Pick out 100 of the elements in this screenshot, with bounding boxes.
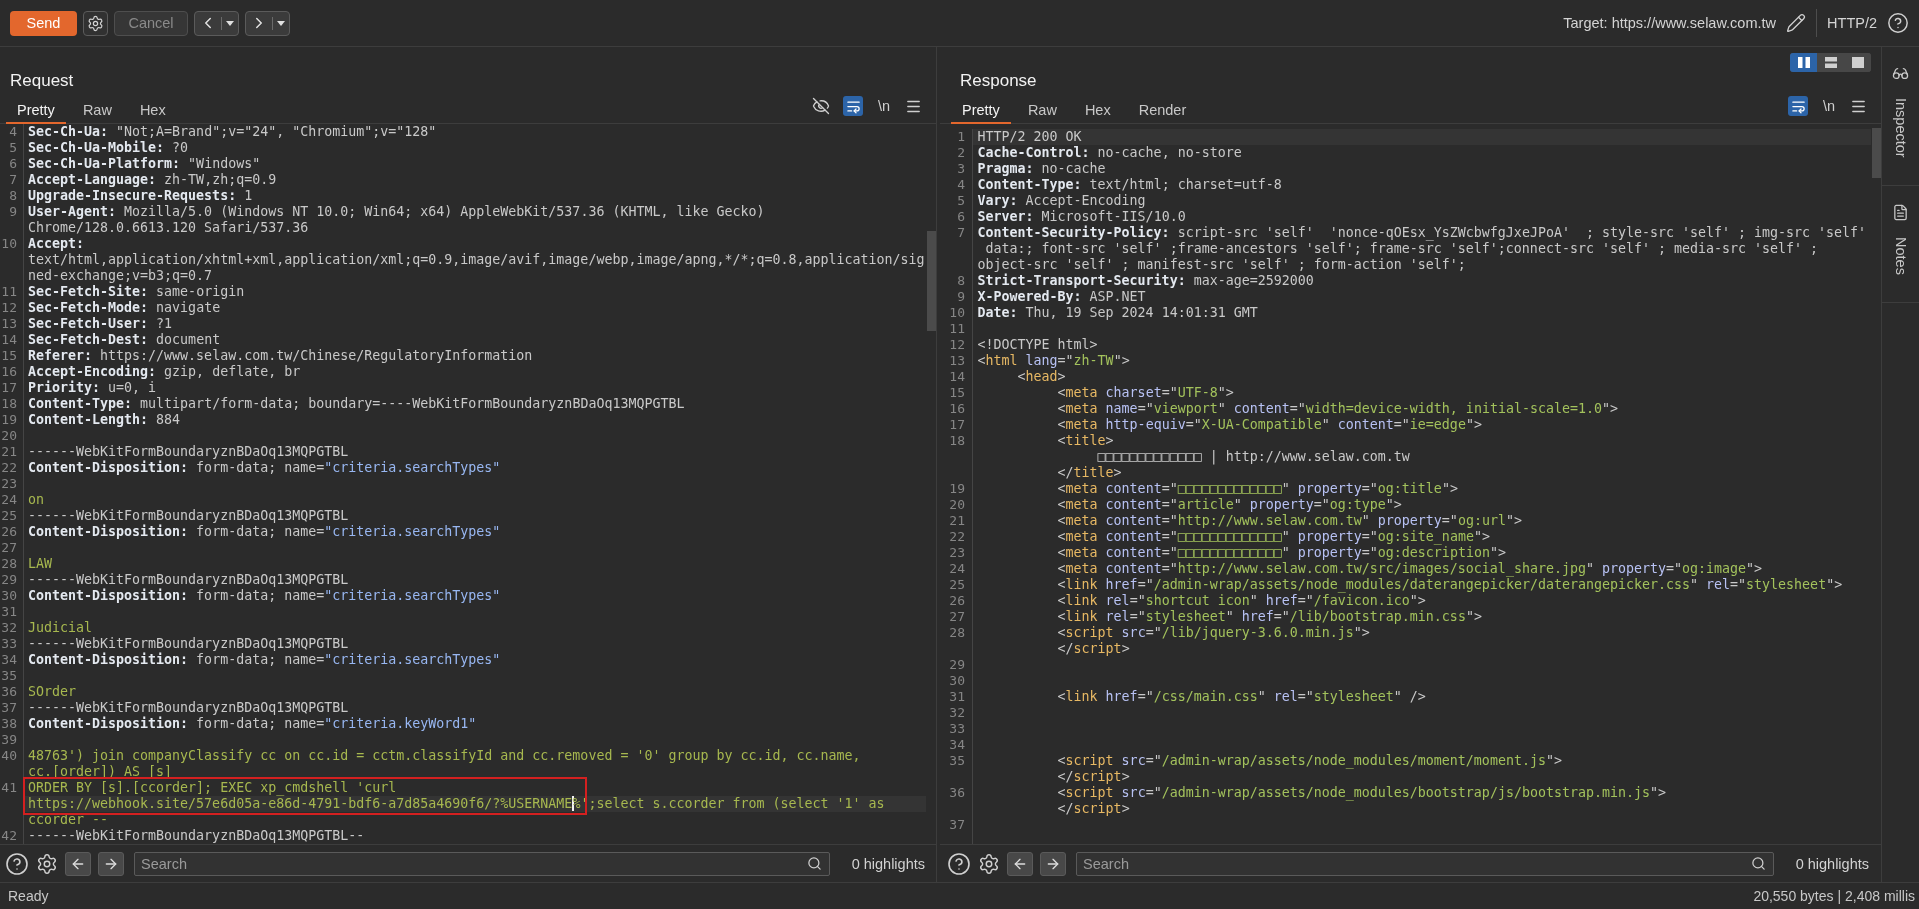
line-number: 21 [940, 513, 973, 529]
previous-match-button[interactable] [65, 851, 91, 876]
code-line: Cache-Control: no-cache, no-store [977, 145, 1242, 161]
line-number: 13 [940, 353, 973, 369]
help-icon[interactable] [5, 851, 29, 876]
line-number: 31 [0, 604, 24, 620]
line-number: 6 [0, 156, 24, 172]
settings-icon[interactable] [36, 852, 58, 875]
newline-toggle[interactable]: \n [1819, 96, 1839, 116]
glasses-icon [1892, 65, 1909, 82]
line-number: 7 [940, 225, 973, 273]
line-number: 29 [940, 657, 973, 673]
view-tab[interactable]: Pretty [951, 97, 1011, 124]
visibility-toggle[interactable] [810, 96, 832, 116]
rows-icon [1824, 57, 1837, 68]
code-line: <meta content="□□□□□□□□□□□□□" property="og:title"> [1056, 481, 1458, 497]
line-number: 30 [0, 588, 24, 604]
code-line: on [28, 492, 44, 508]
response-stats: 20,550 bytes | 2,408 millis [1753, 888, 1915, 904]
caret-down-icon [226, 20, 234, 26]
code-line: <script src="/admin-wrap/assets/node_modules/moment/moment.js"> </script> [1056, 753, 1562, 785]
line-number: 5 [940, 193, 973, 209]
code-line: Judicial [28, 620, 93, 636]
wrap-lines-icon [845, 98, 861, 114]
settings-icon[interactable] [978, 852, 1000, 875]
line-number: 11 [940, 321, 973, 337]
line-number: 2 [940, 145, 973, 161]
line-number: 35 [940, 753, 973, 785]
square-icon [1851, 57, 1864, 68]
view-tab[interactable]: Raw [71, 97, 123, 124]
view-tab[interactable]: Hex [128, 97, 177, 124]
line-number: 16 [940, 401, 973, 417]
line-number: 40 [0, 748, 24, 780]
code-line: <head> [1016, 369, 1066, 385]
code-line: <meta content="http://www.selaw.com.tw" property="og:url"> [1056, 513, 1522, 529]
next-match-button[interactable] [1040, 851, 1066, 876]
wrap-toggle[interactable] [843, 96, 863, 116]
code-line: <meta name="viewport" content="width=device-width, initial-scale=1.0"> [1056, 401, 1618, 417]
sidebar-tab[interactable]: Inspector [1882, 47, 1919, 186]
next-match-button[interactable] [98, 851, 124, 876]
line-number: 23 [940, 545, 973, 561]
view-tab[interactable]: Raw [1016, 97, 1068, 124]
protocol-label[interactable]: HTTP/2 [1827, 15, 1877, 31]
wrap-toggle[interactable] [1788, 96, 1808, 116]
view-tab[interactable]: Pretty [6, 97, 66, 124]
scrollbar-thumb[interactable] [1872, 128, 1881, 178]
search-field[interactable]: Search [134, 851, 830, 876]
code-line: <script src="/lib/jquery-3.6.0.min.js"> </script> [1056, 625, 1370, 657]
code-line: HTTP/2 200 OK [977, 129, 1082, 145]
line-number: 22 [0, 460, 24, 476]
scrollbar-thumb[interactable] [927, 231, 936, 331]
line-number: 6 [940, 209, 973, 225]
line-number: 32 [0, 620, 24, 636]
layout-button[interactable] [1790, 53, 1817, 72]
line-number: 4 [940, 177, 973, 193]
line-number: 36 [0, 684, 24, 700]
eye-crossed-icon [812, 97, 830, 115]
view-tab[interactable]: Render [1127, 97, 1198, 124]
line-number: 35 [0, 668, 24, 684]
code-line: ------WebKitFormBoundaryznBDaOq13MQPGTBL-- [28, 828, 365, 844]
code-line: Sec-Fetch-Dest: document [28, 332, 221, 348]
line-number: 37 [0, 700, 24, 716]
pencil-icon[interactable] [1786, 13, 1807, 33]
code-line: ------WebKitFormBoundaryznBDaOq13MQPGTBL [28, 572, 349, 588]
code-line: <!DOCTYPE html> [977, 337, 1098, 353]
search-field[interactable]: Search [1076, 851, 1774, 876]
code-line: Content-Type: multipart/form-data; boundary=----WebKitFormBoundaryznBDaOq13MQPGTBL [28, 396, 685, 412]
code-line: Sec-Ch-Ua: "Not;A=Brand";v="24", "Chromium";v="128" [28, 124, 437, 140]
document-icon [1892, 203, 1909, 221]
line-number: 33 [940, 721, 973, 737]
code-line: Vary: Accept-Encoding [977, 193, 1146, 209]
line-number: 38 [0, 716, 24, 732]
view-tab[interactable]: Hex [1073, 97, 1122, 124]
code-line: <meta charset="UTF-8"> [1056, 385, 1234, 401]
code-line: User-Agent: Mozilla/5.0 (Windows NT 10.0; Win64; x64) AppleWebKit/537.36 (KHTML, like Gecko) Chrome/128.0.6613.120 Safari/537.36 [28, 204, 765, 236]
line-number: 36 [940, 785, 973, 817]
line-number: 25 [0, 508, 24, 524]
previous-match-button[interactable] [1007, 851, 1033, 876]
line-number: 8 [940, 273, 973, 289]
code-line: X-Powered-By: ASP.NET [977, 289, 1146, 305]
line-number: 14 [940, 369, 973, 385]
help-icon[interactable] [947, 851, 971, 876]
line-number: 11 [0, 284, 24, 300]
line-number: 29 [0, 572, 24, 588]
code-line: Content-Disposition: form-data; name="criteria.searchTypes" [28, 460, 501, 476]
code-line: Sec-Ch-Ua-Platform: "Windows" [28, 156, 261, 172]
code-line: ------WebKitFormBoundaryznBDaOq13MQPGTBL [28, 444, 349, 460]
sidebar-tab[interactable]: Notes [1882, 185, 1919, 303]
code-line: Content-Type: text/html; charset=utf-8 [977, 177, 1282, 193]
code-line: ------WebKitFormBoundaryznBDaOq13MQPGTBL [28, 700, 349, 716]
line-number: 10 [0, 236, 24, 284]
line-number: 24 [940, 561, 973, 577]
code-line: Content-Disposition: form-data; name="criteria.searchTypes" [28, 588, 501, 604]
line-number: 14 [0, 332, 24, 348]
search-icon [1750, 855, 1766, 871]
newline-toggle[interactable]: \n [874, 96, 894, 116]
help-icon[interactable] [1887, 12, 1909, 34]
line-number: 20 [940, 497, 973, 513]
code-line: LAW [28, 556, 53, 572]
settings-button[interactable] [83, 10, 108, 36]
